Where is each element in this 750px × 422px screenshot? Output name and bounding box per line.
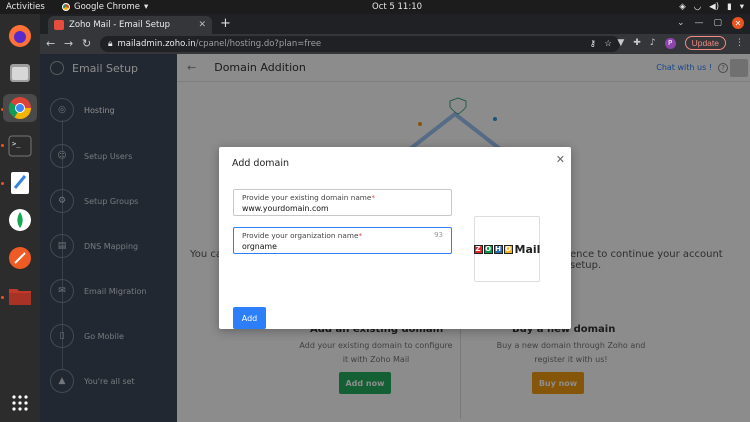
dialog-title: Add domain [232,158,289,169]
address-bar[interactable]: 🔒︎ mailadmin.zoho.in/cpanel/hosting.do?p… [100,36,620,52]
reload-icon[interactable]: ↻ [82,37,91,50]
tab-title: Zoho Mail - Email Setup [69,20,171,30]
add-domain-dialog: Add domain ✕ Provide your existing domai… [219,147,571,329]
filter-extension-icon[interactable]: ▼ [617,38,624,48]
more-menu-icon[interactable]: ⋮ [735,38,744,48]
firefox-icon[interactable] [6,22,34,50]
close-icon[interactable]: ✕ [556,153,565,166]
label-text: Provide your existing domain name [242,193,372,202]
lock-icon: 🔒︎ [108,39,113,49]
app-menu[interactable]: Google Chrome ▾ [62,2,148,12]
chevron-down-icon: ▾ [739,2,744,12]
logo-letter: O [503,244,513,254]
volume-icon: ◀) [709,2,720,12]
char-count: 93 [434,231,443,239]
files-icon[interactable] [6,59,34,87]
add-button[interactable]: Add [233,307,266,329]
system-top-bar: Activities Google Chrome ▾ Oct 5 11:10 ◈… [0,0,750,14]
key-icon[interactable]: ⚷ [590,39,596,49]
field-label: Provide your organization name* [242,231,363,240]
chrome-icon [62,3,70,11]
update-button[interactable]: Update [684,36,726,50]
shield-icon: ◈ [679,2,686,12]
browser-window: Zoho Mail - Email Setup ✕ + ⌄ — ▢ ✕ ← → … [40,14,750,422]
domain-name-field[interactable]: Provide your existing domain name* [233,189,452,216]
url-domain: mailadmin.zoho.in [117,39,196,49]
logo-letter: H [493,244,503,254]
text-editor-icon[interactable] [6,169,34,197]
label-text: Provide your organization name [242,231,359,240]
browser-toolbar: ← → ↻ 🔒︎ mailadmin.zoho.in/cpanel/hostin… [40,34,750,54]
svg-text:>_: >_ [12,140,21,148]
logo-word: Mail [514,242,541,256]
chevron-down-icon: ▾ [144,2,149,12]
chrome-dock-icon[interactable] [3,94,37,122]
back-icon[interactable]: ← [46,37,55,50]
tab-search-icon[interactable]: ⌄ [677,18,685,28]
app-name: Google Chrome [74,2,141,12]
wifi-icon: ◡ [693,2,702,12]
activities-button[interactable]: Activities [6,2,45,12]
zoho-favicon-icon [54,20,64,30]
logo-letter: O [483,244,493,254]
window-controls: ⌄ — ▢ ✕ [677,17,744,29]
organization-name-field[interactable]: Provide your organization name* 93 [233,227,452,254]
logo-letter: Z [473,244,483,254]
zoho-mail-logo: Z O H O Mail [473,216,541,282]
web-page: Email Setup ◎ Hosting ☺ Setup Users ⚙ Se… [40,54,750,422]
folder-icon[interactable] [6,282,34,310]
tab-strip: Zoho Mail - Email Setup ✕ + ⌄ — ▢ ✕ [40,14,750,34]
mongodb-compass-icon[interactable] [6,206,34,234]
extensions-icon[interactable]: ✚ [633,38,641,48]
bookmark-star-icon[interactable]: ☆ [604,39,612,49]
close-window-icon[interactable]: ✕ [732,17,744,29]
postman-icon[interactable] [6,244,34,272]
organization-name-input[interactable] [242,242,443,251]
app-grid-icon[interactable] [6,389,34,417]
url-path: /cpanel/hosting.do?plan=free [195,39,322,49]
new-tab-button[interactable]: + [220,16,231,31]
domain-name-input[interactable] [242,204,443,213]
media-icon[interactable]: ♪ [650,38,656,48]
forward-icon[interactable]: → [64,37,73,50]
profile-avatar[interactable]: P [664,37,676,49]
maximize-icon[interactable]: ▢ [713,18,722,28]
battery-icon: ▮ [727,2,732,12]
field-label: Provide your existing domain name* [242,193,376,202]
close-tab-icon[interactable]: ✕ [198,20,206,30]
browser-tab[interactable]: Zoho Mail - Email Setup ✕ [48,16,212,34]
toolbar-icons: ▼ ✚ ♪ P Update ⋮ [617,36,744,50]
minimize-icon[interactable]: — [694,18,703,28]
zoho-logo-mark: Z O H O Mail [473,242,541,256]
terminal-icon[interactable]: >_ [6,132,34,160]
dock: >_ [0,14,40,422]
clock[interactable]: Oct 5 11:10 [372,2,422,12]
system-tray[interactable]: ◈ ◡ ◀) ▮ ▾ [679,2,744,12]
